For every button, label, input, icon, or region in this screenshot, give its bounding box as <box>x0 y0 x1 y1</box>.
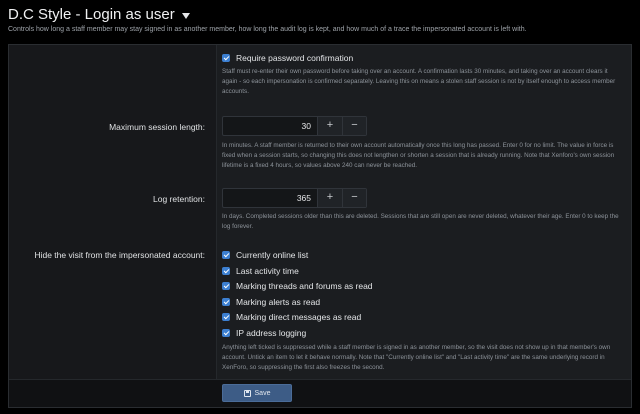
checkbox-checked-icon[interactable] <box>222 251 230 259</box>
max-session-stepper: 30 + − <box>222 116 367 136</box>
log-retention-increment-button[interactable]: + <box>318 189 342 207</box>
log-retention-decrement-button[interactable]: − <box>342 189 366 207</box>
option-label: Marking threads and forums as read <box>236 281 373 291</box>
page-title-text: D.C Style - Login as user <box>8 6 175 23</box>
option-label: Last activity time <box>236 266 299 276</box>
hide-online-list-checkbox[interactable]: Currently online list <box>222 250 308 260</box>
hide-alerts-read-checkbox[interactable]: Marking alerts as read <box>222 297 320 307</box>
hide-threads-read-checkbox[interactable]: Marking threads and forums as read <box>222 281 373 291</box>
require-password-label: Require password confirmation <box>236 53 354 63</box>
require-password-checkbox[interactable]: Require password confirmation <box>222 53 353 63</box>
checkbox-checked-icon[interactable] <box>222 298 230 306</box>
log-retention-hint: In days. Completed sessions older than t… <box>222 213 619 230</box>
hide-visit-hint: Anything left ticked is suppressed while… <box>222 344 611 371</box>
save-icon <box>243 389 251 397</box>
checkbox-checked-icon[interactable] <box>222 54 230 62</box>
hide-dm-read-checkbox[interactable]: Marking direct messages as read <box>222 312 361 322</box>
log-retention-input[interactable]: 365 <box>223 189 318 207</box>
max-session-hint: In minutes. A staff member is returned t… <box>222 142 615 169</box>
checkbox-checked-icon[interactable] <box>222 313 230 321</box>
hide-visit-label: Hide the visit from the impersonated acc… <box>34 250 205 260</box>
checkbox-checked-icon[interactable] <box>222 267 230 275</box>
log-retention-stepper: 365 + − <box>222 188 367 208</box>
save-button[interactable]: Save <box>222 384 292 402</box>
label-column <box>9 45 217 407</box>
options-form: Require password confirmation Staff must… <box>8 44 632 408</box>
form-footer: Save <box>9 379 631 407</box>
option-label: Marking alerts as read <box>236 297 321 307</box>
max-session-increment-button[interactable]: + <box>318 117 342 135</box>
save-button-label: Save <box>254 389 271 397</box>
page-description: Controls how long a staff member may sta… <box>8 26 527 33</box>
hide-ip-logging-checkbox[interactable]: IP address logging <box>222 328 306 338</box>
hide-last-activity-checkbox[interactable]: Last activity time <box>222 266 299 276</box>
max-session-decrement-button[interactable]: − <box>342 117 366 135</box>
option-label: IP address logging <box>236 328 307 338</box>
max-session-input[interactable]: 30 <box>223 117 318 135</box>
option-label: Marking direct messages as read <box>236 312 362 322</box>
require-password-hint: Staff must re-enter their own password b… <box>222 68 616 95</box>
log-retention-label: Log retention: <box>153 194 205 204</box>
checkbox-checked-icon[interactable] <box>222 282 230 290</box>
option-label: Currently online list <box>236 250 309 260</box>
checkbox-checked-icon[interactable] <box>222 329 230 337</box>
page-title[interactable]: D.C Style - Login as user <box>8 6 190 23</box>
chevron-down-icon[interactable] <box>181 12 190 19</box>
max-session-label: Maximum session length: <box>109 122 205 132</box>
